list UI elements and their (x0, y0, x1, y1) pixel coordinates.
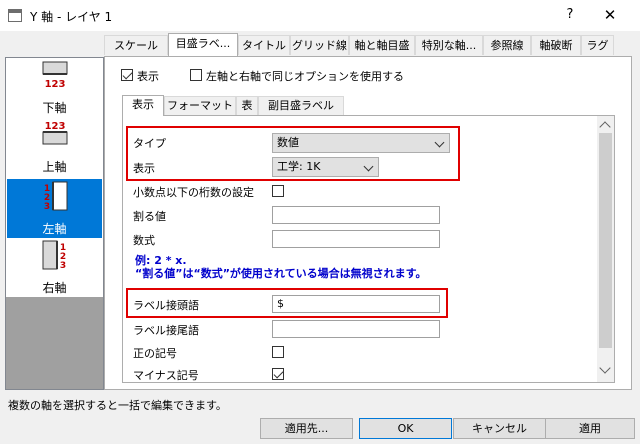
window-title: Y 軸 - レイヤ 1 (30, 10, 113, 24)
decimals-label: 小数点以下の桁数の設定 (133, 186, 254, 199)
tab-special-axis[interactable]: 特別な軸... (415, 35, 483, 55)
subtab-display[interactable]: 表示 (122, 95, 164, 116)
formula-label: 数式 (133, 234, 155, 247)
axis-item-top[interactable]: 123 上軸 (7, 117, 102, 176)
tab-rug[interactable]: ラグ (581, 35, 614, 55)
right-axis-icon: 1 2 3 (42, 240, 66, 271)
suffix-label: ラベル接尾語 (133, 324, 199, 337)
axis-item-label: 右軸 (42, 281, 67, 295)
cancel-button[interactable]: キャンセル (453, 418, 546, 439)
axis-item-label: 左軸 (42, 222, 67, 236)
axis-item-label: 上軸 (42, 160, 67, 174)
highlight-box-prefix (126, 288, 448, 318)
highlight-box-type-display (126, 126, 460, 181)
formula-input[interactable] (272, 230, 440, 248)
axis-item-bottom[interactable]: 123 下軸 (7, 58, 102, 117)
divide-ignored-note: “割る値”は“数式”が使用されている場合は無視されます。 (135, 267, 427, 280)
tab-axis-ticks[interactable]: 軸と軸目盛 (349, 35, 415, 55)
scrollbar-thumb[interactable] (599, 133, 612, 348)
suffix-input[interactable] (272, 320, 440, 338)
axis-item-label: 下軸 (42, 101, 67, 115)
svg-text:3: 3 (60, 261, 66, 271)
positive-sign-label: 正の記号 (133, 347, 177, 360)
svg-text:3: 3 (44, 202, 50, 212)
tab-grid-lines[interactable]: グリッド線 (290, 35, 349, 55)
tab-tick-labels[interactable]: 目盛ラベ... (168, 33, 238, 56)
subtab-table[interactable]: 表 (236, 96, 258, 115)
same-options-checkbox[interactable] (190, 69, 202, 81)
tab-title[interactable]: タイトル (238, 35, 290, 55)
show-checkbox-label: 表示 (137, 70, 159, 83)
app-icon (8, 9, 22, 22)
minus-sign-label: マイナス記号 (133, 369, 199, 382)
apply-button[interactable]: 適用 (545, 418, 635, 439)
divide-input[interactable] (272, 206, 440, 224)
svg-text:123: 123 (45, 79, 66, 90)
ok-button[interactable]: OK (359, 418, 452, 439)
tab-axis-break[interactable]: 軸破断 (531, 35, 581, 55)
help-button[interactable]: ? (555, 4, 585, 26)
positive-sign-checkbox[interactable] (272, 346, 284, 358)
left-axis-icon: 1 2 3 (44, 181, 68, 212)
status-text: 複数の軸を選択すると一括で編集できます。 (8, 399, 227, 412)
formula-example-note: 例: 2 * x. (135, 254, 187, 267)
property-grid: タイプ 数値 表示 工学: 1K 小数点以下の桁数の設定 割る値 数式 例: 2… (122, 115, 615, 383)
show-checkbox[interactable] (121, 69, 133, 81)
scroll-up-icon[interactable] (599, 121, 611, 133)
scroll-down-icon[interactable] (599, 362, 611, 374)
axis-item-right[interactable]: 1 2 3 右軸 (7, 238, 102, 297)
vertical-scrollbar[interactable] (597, 116, 614, 382)
close-button[interactable]: ✕ (590, 4, 630, 26)
svg-text:123: 123 (45, 121, 66, 132)
decimals-checkbox[interactable] (272, 185, 284, 197)
apply-to-button[interactable]: 適用先... (260, 418, 353, 439)
axis-list-empty-area (6, 297, 103, 389)
tab-scale[interactable]: スケール (104, 35, 168, 55)
same-options-checkbox-label: 左軸と右軸で同じオプションを使用する (206, 70, 404, 83)
top-axis-icon: 123 (42, 121, 68, 145)
tab-reference-lines[interactable]: 参照線 (483, 35, 531, 55)
subtab-format[interactable]: フォーマット (164, 96, 236, 115)
minus-sign-checkbox[interactable] (272, 368, 284, 380)
divide-label: 割る値 (133, 210, 166, 223)
subtab-minor-labels[interactable]: 副目盛ラベル (258, 96, 344, 115)
bottom-axis-icon: 123 (42, 61, 68, 90)
axis-item-left[interactable]: 1 2 3 左軸 (7, 179, 102, 238)
